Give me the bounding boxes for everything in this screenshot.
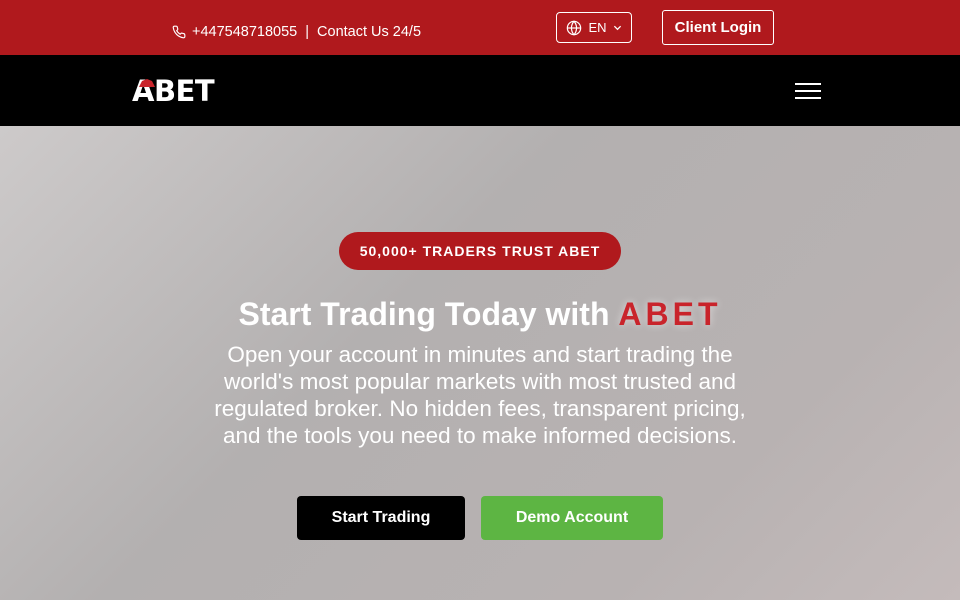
client-login-button[interactable]: Client Login — [662, 10, 774, 45]
start-trading-button[interactable]: Start Trading — [297, 496, 465, 540]
top-bar: +447548718055 | Contact Us 24/5 EN Clien… — [0, 0, 960, 55]
contact-separator: | — [305, 24, 310, 40]
abet-logo[interactable]: ABET — [132, 77, 215, 106]
hero-headline: Start Trading Today with ABET — [0, 292, 960, 336]
demo-account-button[interactable]: Demo Account — [481, 496, 663, 540]
language-selector[interactable]: EN — [556, 12, 632, 43]
headline-brand: ABET — [618, 296, 722, 332]
headline-prefix: Start Trading Today with — [238, 296, 610, 332]
globe-icon — [567, 19, 582, 36]
contact-info: +447548718055 | Contact Us 24/5 — [172, 22, 421, 42]
bull-icon — [139, 79, 155, 87]
chevron-down-icon — [613, 25, 621, 31]
language-code: EN — [588, 20, 607, 35]
contact-label: Contact Us 24/5 — [317, 24, 422, 40]
phone-number-link[interactable]: +447548718055 — [192, 24, 297, 40]
hamburger-menu-icon[interactable] — [795, 83, 821, 101]
phone-icon — [172, 25, 186, 39]
trust-badge: 50,000+ TRADERS TRUST ABET — [339, 232, 621, 270]
hero-description: Open your account in minutes and start t… — [214, 342, 746, 448]
